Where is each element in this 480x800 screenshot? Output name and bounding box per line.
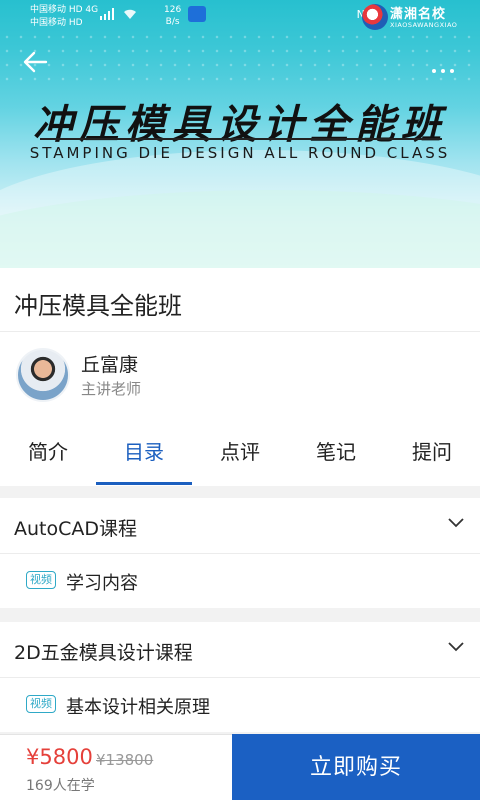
more-dot-icon bbox=[450, 69, 454, 73]
catalog-section: 2D五金模具设计课程 视频 基本设计相关原理 bbox=[0, 622, 480, 732]
lesson-title: 学习内容 bbox=[66, 573, 138, 594]
learner-count: 169人在学 bbox=[26, 778, 95, 794]
brand-logo: 潇湘名校 XIAOSAWANGXIAO bbox=[362, 3, 470, 33]
chevron-down-icon bbox=[448, 518, 464, 528]
buy-now-button[interactable]: 立即购买 bbox=[232, 734, 480, 800]
carrier-line-1: 中国移动 HD 4G bbox=[30, 5, 99, 15]
lesson-title: 基本设计相关原理 bbox=[66, 697, 210, 718]
more-dot-icon bbox=[441, 69, 445, 73]
course-title-area: 冲压模具全能班 bbox=[0, 268, 480, 332]
teacher-name: 丘富康 bbox=[81, 354, 139, 376]
chevron-down-icon bbox=[448, 642, 464, 652]
section-title: 2D五金模具设计课程 bbox=[14, 642, 193, 664]
tab-catalog[interactable]: 目录 bbox=[96, 420, 192, 486]
banner-dots-decoration bbox=[0, 30, 480, 90]
banner-subtitle: STAMPING DIE DESIGN ALL ROUND CLASS bbox=[29, 144, 451, 162]
course-banner: 中国移动 HD 4G 中国移动 HD 126 B/s N ⏰ 潇湘名校 XIAO… bbox=[0, 0, 480, 268]
status-bar: 中国移动 HD 4G 中国移动 HD 126 B/s N ⏰ 潇湘名校 XIAO… bbox=[0, 0, 480, 34]
more-dot-icon bbox=[432, 69, 436, 73]
app-notification-icon bbox=[188, 6, 206, 22]
banner-wave-decoration-2 bbox=[0, 190, 480, 268]
tab-notes[interactable]: 笔记 bbox=[288, 420, 384, 486]
section-header[interactable]: 2D五金模具设计课程 bbox=[0, 622, 480, 678]
banner-divider bbox=[40, 138, 442, 140]
carrier-line-2: 中国移动 HD bbox=[30, 18, 83, 28]
brand-subtext: XIAOSAWANGXIAO bbox=[390, 21, 458, 29]
teacher-avatar[interactable] bbox=[16, 348, 70, 402]
video-tag: 视频 bbox=[26, 571, 56, 589]
lesson-item[interactable]: 视频 学习内容 bbox=[0, 554, 480, 608]
video-tag: 视频 bbox=[26, 695, 56, 713]
active-tab-indicator bbox=[96, 482, 192, 485]
brand-name: 潇湘名校 bbox=[390, 7, 447, 22]
more-options-button[interactable] bbox=[432, 58, 462, 73]
banner-title: 冲压模具设计全能班 bbox=[33, 101, 447, 148]
teacher-card[interactable]: 丘富康 主讲老师 bbox=[0, 332, 480, 420]
original-price: ¥13800 bbox=[96, 751, 154, 769]
network-speed: 126 B/s bbox=[164, 4, 181, 28]
speed-unit: B/s bbox=[165, 17, 180, 27]
lesson-item[interactable]: 视频 基本设计相关原理 bbox=[0, 678, 480, 732]
teacher-role: 主讲老师 bbox=[81, 380, 142, 398]
section-title: AutoCAD课程 bbox=[14, 518, 138, 540]
arrow-left-icon bbox=[23, 51, 48, 73]
section-header[interactable]: AutoCAD课程 bbox=[0, 498, 480, 554]
tab-intro[interactable]: 简介 bbox=[0, 420, 96, 486]
purchase-bar: ¥5800 ¥13800 169人在学 立即购买 bbox=[0, 734, 480, 800]
tab-questions[interactable]: 提问 bbox=[384, 420, 480, 486]
signal-icon bbox=[100, 8, 156, 23]
catalog-section: AutoCAD课程 视频 学习内容 bbox=[0, 498, 480, 608]
tab-reviews[interactable]: 点评 bbox=[192, 420, 288, 486]
brand-emblem-icon bbox=[362, 4, 388, 30]
carrier-info: 中国移动 HD 4G 中国移动 HD bbox=[30, 4, 98, 30]
speed-value: 126 bbox=[164, 5, 182, 15]
price: ¥5800 bbox=[26, 745, 93, 769]
course-tabs: 简介 目录 点评 笔记 提问 bbox=[0, 420, 480, 486]
back-button[interactable] bbox=[22, 50, 52, 74]
course-title: 冲压模具全能班 bbox=[14, 292, 182, 320]
